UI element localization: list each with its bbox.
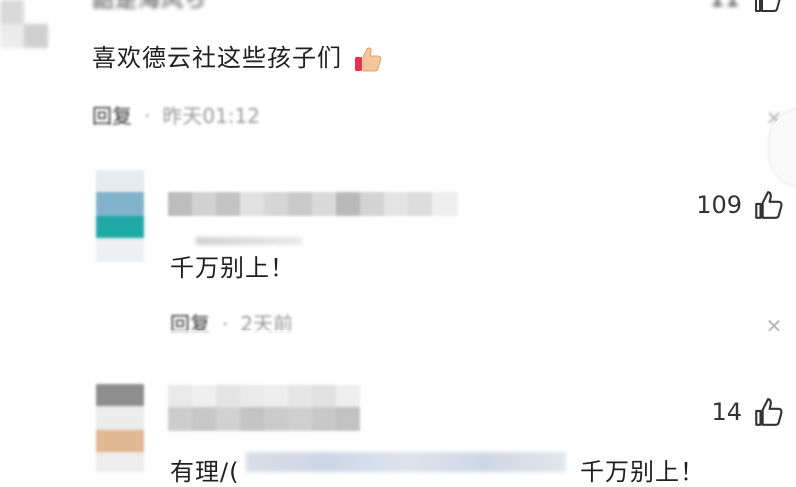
like-icon[interactable] — [752, 396, 784, 428]
like-icon[interactable] — [752, 189, 784, 221]
top-like-icon[interactable] — [752, 0, 782, 14]
comment-2-avatar[interactable] — [96, 170, 144, 262]
comment-3-username-redacted[interactable] — [168, 385, 360, 433]
comment-3-text-prefix: 有理/( — [170, 458, 240, 486]
comment-3-avatar[interactable] — [96, 384, 144, 472]
separator-dot: · — [144, 104, 151, 128]
comment-2-meta-mask — [168, 330, 338, 344]
top-username[interactable]: 韶是海风ら — [92, 0, 207, 14]
thumbs-up-emoji-icon — [353, 44, 383, 74]
comment-2-username-redacted[interactable] — [168, 192, 458, 216]
comment-2-quote-hint — [196, 237, 302, 245]
comment-3-text-redacted — [246, 452, 566, 472]
comment-2-like-count: 109 — [696, 191, 742, 219]
top-like-count: 11 — [700, 0, 740, 12]
top-avatar[interactable] — [0, 0, 50, 48]
comment-1-text: 喜欢德云社这些孩子们 — [92, 38, 383, 74]
reply-button[interactable]: 回复 — [92, 104, 132, 128]
comment-3-text-suffix: 千万别上！ — [580, 458, 705, 486]
comment-3-like-count: 14 — [711, 398, 742, 426]
comment-time: 昨天01:12 — [162, 104, 260, 128]
close-icon[interactable]: ✕ — [762, 314, 786, 338]
comment-1-meta: 回复 · 昨天01:12 — [92, 100, 260, 129]
comment-2-text: 千万别上！ — [170, 254, 295, 282]
